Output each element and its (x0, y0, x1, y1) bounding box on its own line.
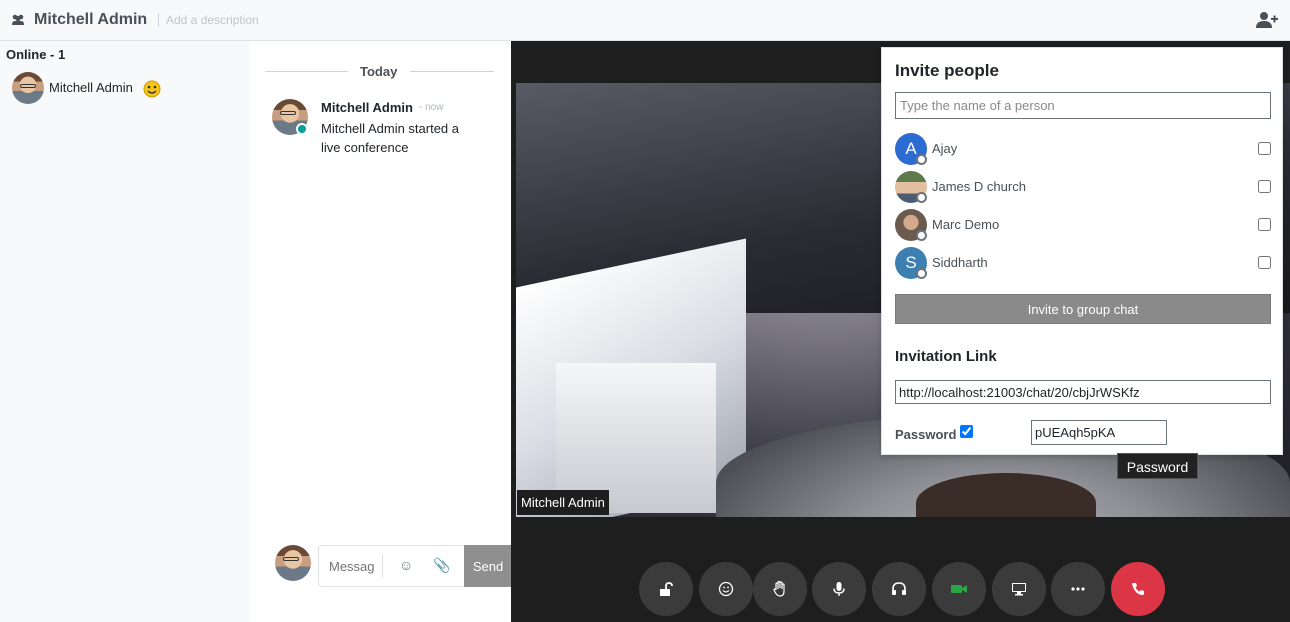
headset-button[interactable] (872, 562, 926, 616)
password-tooltip: Password (1117, 453, 1198, 479)
invitation-link-field[interactable] (895, 380, 1271, 404)
raise-hand-button[interactable] (753, 562, 807, 616)
microphone-icon (833, 582, 845, 596)
microphone-button[interactable] (812, 562, 866, 616)
member-item[interactable]: Mitchell Admin (12, 72, 242, 104)
screen-share-button[interactable] (992, 562, 1046, 616)
invitation-link-title: Invitation Link (895, 348, 997, 365)
composer-avatar (275, 545, 311, 581)
partner-name: Marc Demo (932, 217, 1000, 232)
invite-title: Invite people (895, 61, 999, 80)
smiley-icon (143, 80, 161, 98)
more-button[interactable] (1051, 562, 1105, 616)
user-plus-icon[interactable] (1256, 11, 1278, 29)
message: Mitchell Admin - now Mitchell Admin star… (272, 99, 502, 169)
online-members-title: Online - 1 (6, 47, 66, 62)
date-separator: Today (265, 64, 494, 79)
offline-status-icon (916, 192, 927, 203)
password-label: Password (895, 427, 957, 442)
emoji-button[interactable] (699, 562, 753, 616)
partner-name: Siddharth (932, 255, 988, 270)
message-author[interactable]: Mitchell Admin (321, 100, 413, 115)
channel-title[interactable]: Mitchell Admin (34, 11, 147, 29)
avatar (12, 72, 44, 104)
users-icon (12, 14, 24, 25)
message-body: Mitchell Admin started a live conference (321, 121, 460, 155)
partner-item[interactable]: James D church (895, 171, 1271, 203)
password-field[interactable] (1031, 420, 1167, 445)
members-sidebar: Online - 1 Mitchell Admin (0, 41, 249, 622)
password-checkbox[interactable] (960, 425, 973, 438)
online-status-dot (296, 123, 308, 135)
message-input[interactable] (329, 557, 374, 575)
hand-icon (773, 580, 785, 597)
message-composer: ☺ 📎 Send (318, 545, 512, 587)
channel-description-field[interactable]: Add a description (166, 13, 259, 27)
phone-icon (1132, 583, 1144, 595)
desktop-icon (1012, 583, 1026, 596)
headset-icon (892, 582, 906, 595)
partner-item[interactable]: Marc Demo (895, 209, 1271, 241)
header: Mitchell Admin Add a description (0, 0, 1290, 41)
unlock-icon (660, 582, 673, 596)
partner-item[interactable]: S Siddharth (895, 247, 1271, 279)
chat-thread: Today Mitchell Admin - now Mitchell Admi… (249, 41, 512, 622)
member-name: Mitchell Admin (49, 80, 133, 95)
message-timestamp: - now (419, 102, 444, 113)
partner-name: Ajay (932, 141, 958, 156)
partner-checkbox[interactable] (1258, 142, 1271, 155)
partner-checkbox[interactable] (1258, 180, 1271, 193)
offline-status-icon (916, 154, 927, 165)
offline-status-icon (916, 230, 927, 241)
partner-checkbox[interactable] (1258, 256, 1271, 269)
send-button[interactable]: Send (464, 545, 512, 587)
paperclip-icon[interactable]: 📎 (433, 557, 450, 574)
header-divider (158, 13, 159, 27)
date-separator-label: Today (360, 64, 398, 79)
invite-panel: Invite people A Ajay James D church Marc… (881, 47, 1283, 455)
ellipsis-icon (1071, 587, 1085, 591)
partner-checkbox[interactable] (1258, 218, 1271, 231)
smiley-icon (718, 581, 734, 597)
partner-item[interactable]: A Ajay (895, 133, 1271, 165)
partner-name: James D church (932, 179, 1026, 194)
hang-up-button[interactable] (1111, 562, 1165, 616)
camera-button[interactable] (932, 562, 986, 616)
invite-to-group-chat-button[interactable]: Invite to group chat (895, 294, 1271, 324)
emoji-icon[interactable]: ☺ (399, 557, 413, 573)
partner-search-input[interactable] (895, 92, 1271, 119)
video-camera-icon (951, 585, 967, 593)
offline-status-icon (916, 268, 927, 279)
unlock-button[interactable] (639, 562, 693, 616)
participant-name-label: Mitchell Admin (517, 490, 609, 515)
